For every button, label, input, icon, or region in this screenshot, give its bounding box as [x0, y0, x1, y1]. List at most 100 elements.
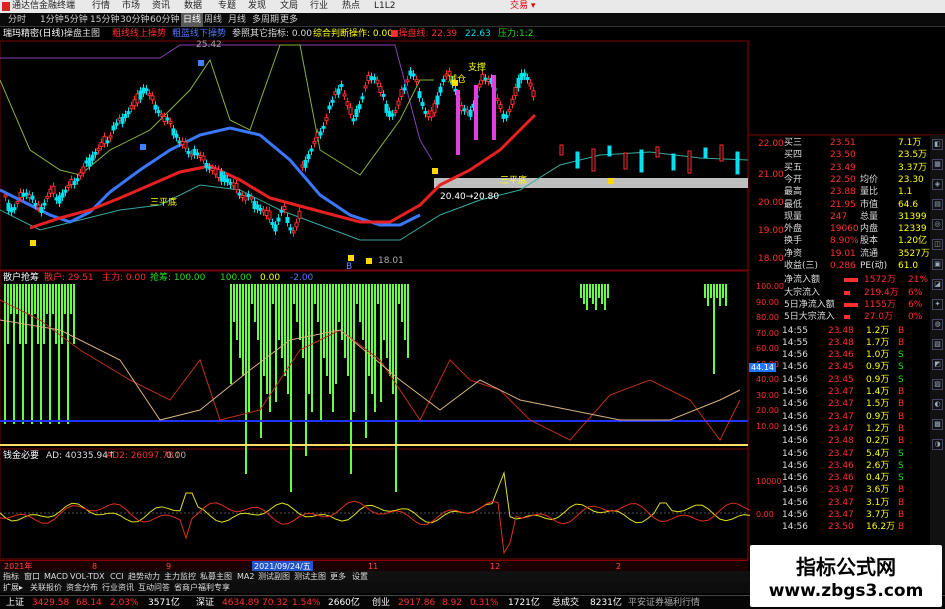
menu-articles[interactable]: 文局: [280, 0, 298, 13]
tick-row[interactable]: 14:56 23.45 0.9万 S: [748, 361, 930, 373]
tick-row[interactable]: 14:56 23.46 0.4万 S: [748, 472, 930, 484]
indicator2-bar: [248, 284, 250, 412]
tab-macd[interactable]: MACD: [44, 571, 68, 582]
candle-body: [114, 122, 119, 126]
tick-row[interactable]: 14:55 23.48 1.2万 B: [748, 325, 930, 337]
side-tool-icon[interactable]: ◧: [932, 139, 943, 150]
sz-index-name[interactable]: 深证: [196, 596, 214, 609]
side-tool-icon[interactable]: ◩: [932, 359, 943, 370]
quote-row[interactable]: 买四 23.50 23.5万: [748, 149, 930, 161]
tab-welfare[interactable]: 省商户福利专享: [174, 582, 230, 593]
tab-qa[interactable]: 互动问答: [138, 582, 170, 593]
menu-discover[interactable]: 发现: [248, 0, 266, 13]
side-tool-icon[interactable]: ▦: [932, 159, 943, 170]
tick-row[interactable]: 14:56 23.47 3.7万 B: [748, 509, 930, 521]
menu-industry[interactable]: 行业: [310, 0, 328, 13]
cy-index-name[interactable]: 创业: [372, 596, 390, 609]
quote-row[interactable]: 今开 22.50 均价 23.30: [748, 174, 930, 186]
tick-row[interactable]: 14:56 23.46 1.0万 S: [748, 349, 930, 361]
tab-test-main[interactable]: 测试主图: [294, 571, 326, 582]
side-tool-icon[interactable]: ▩: [932, 419, 943, 430]
tick-row[interactable]: 14:56 23.47 1.5万 B: [748, 398, 930, 410]
trade-button[interactable]: 交易 ▾: [510, 0, 535, 13]
flow-row[interactable]: 5日净流入额 1155万 6%: [748, 299, 930, 311]
quote-row[interactable]: 最低 21.95 市值 64.6: [748, 199, 930, 211]
tab-trend-power[interactable]: 趋势动力: [128, 571, 160, 582]
side-tool-icon[interactable]: ◐: [932, 399, 943, 410]
quote-label: 收益(三): [784, 261, 819, 271]
flow-row[interactable]: 5日大宗流入 27.0万 0%: [748, 311, 930, 323]
period-5min[interactable]: 5分钟: [64, 13, 88, 27]
menu-l1l2[interactable]: L1L2: [374, 0, 395, 13]
flow-row[interactable]: 大宗流入 219.4万 6%: [748, 287, 930, 299]
side-tool-icon[interactable]: ◑: [932, 439, 943, 450]
tick-row[interactable]: 14:55 23.48 1.7万 B: [748, 337, 930, 349]
side-tool-icon[interactable]: ◪: [932, 279, 943, 290]
tab-test-sub[interactable]: 测试副图: [258, 571, 290, 582]
tab-vol-tdx[interactable]: VOL-TDX: [70, 571, 105, 582]
quote-row[interactable]: 换手 8.90% 股本 1.20亿: [748, 235, 930, 247]
side-tool-icon[interactable]: ▧: [932, 339, 943, 350]
quote-row[interactable]: 买三 23.51 7.1万: [748, 137, 930, 149]
quote-row[interactable]: 最高 23.88 量比 1.1: [748, 186, 930, 198]
tab-private-main[interactable]: 私募主图: [200, 571, 232, 582]
tab-main-monitor[interactable]: 主力监控: [164, 571, 196, 582]
quote-row[interactable]: 买五 23.49 3.37万: [748, 162, 930, 174]
tick-row[interactable]: 14:56 23.47 3.1万 B: [748, 497, 930, 509]
menu-market[interactable]: 市场: [122, 0, 140, 13]
indicator2-bar: [236, 284, 238, 340]
tick-row[interactable]: 14:56 23.47 1.4万 B: [748, 386, 930, 398]
tick-row[interactable]: 14:56 23.50 16.2万 B: [748, 521, 930, 533]
period-multi[interactable]: 多周期: [252, 13, 279, 27]
side-tool-icon[interactable]: ▨: [932, 379, 943, 390]
tick-row[interactable]: 14:56 23.47 0.9万 B: [748, 411, 930, 423]
menu-quote[interactable]: 行情: [92, 0, 110, 13]
side-tool-icon[interactable]: ▤: [932, 199, 943, 210]
tab-related-quote[interactable]: 关联报价: [30, 582, 62, 593]
side-tool-icon[interactable]: ▣: [932, 259, 943, 270]
quote-row[interactable]: 外盘 19060 内盘 12339: [748, 223, 930, 235]
indicator2-bar: [377, 284, 379, 304]
tick-row[interactable]: 14:56 23.47 5.4万 S: [748, 448, 930, 460]
tab-extend[interactable]: 扩展▸: [3, 582, 23, 593]
tick-row[interactable]: 14:56 23.47 1.2万 B: [748, 423, 930, 435]
period-60min[interactable]: 60分钟: [150, 13, 179, 27]
tick-row[interactable]: 14:56 23.46 2.6万 S: [748, 460, 930, 472]
period-30min[interactable]: 30分钟: [120, 13, 149, 27]
period-weekly[interactable]: 周线: [204, 13, 222, 27]
tick-row[interactable]: 14:56 23.45 0.9万 S: [748, 374, 930, 386]
tick-row[interactable]: 14:56 23.47 3.6万 B: [748, 484, 930, 496]
menu-topics[interactable]: 专题: [218, 0, 236, 13]
period-monthly[interactable]: 月线: [228, 13, 246, 27]
tick-time: 14:56: [782, 350, 808, 361]
tab-fund-distribution[interactable]: 资金分布: [66, 582, 98, 593]
side-tool-icon[interactable]: ◎: [932, 219, 943, 230]
tab-industry-news[interactable]: 行业资讯: [102, 582, 134, 593]
tab-settings[interactable]: 设置: [352, 571, 368, 582]
period-1min[interactable]: 1分钟: [40, 13, 64, 27]
sh-index-name[interactable]: 上证: [6, 596, 24, 609]
side-tool-icon[interactable]: ◫: [932, 239, 943, 250]
tick-row[interactable]: 14:56 23.48 0.2万 B: [748, 435, 930, 447]
tab-more[interactable]: 更多: [330, 571, 346, 582]
side-tool-icon[interactable]: ◍: [932, 319, 943, 330]
period-more[interactable]: 更多: [280, 13, 298, 27]
menu-data[interactable]: 数据: [184, 0, 202, 13]
side-tool-icon[interactable]: ✦: [932, 299, 943, 310]
period-15min[interactable]: 15分钟: [90, 13, 119, 27]
quote-row[interactable]: 收益(三) 0.286 PE(动) 61.0: [748, 260, 930, 272]
quote-row[interactable]: 净资 19.01 流通 3527万: [748, 248, 930, 260]
quote-row[interactable]: 现量 247 总量 31399: [748, 211, 930, 223]
candle-body: [282, 206, 287, 211]
tab-window[interactable]: 窗口: [24, 571, 40, 582]
tab-cci[interactable]: CCI: [110, 571, 124, 582]
period-daily[interactable]: 日线: [181, 13, 204, 27]
flow-row[interactable]: 净流入额 1572万 21%: [748, 274, 930, 286]
tab-ma2[interactable]: MA2: [237, 571, 254, 582]
menu-hot[interactable]: 热点: [342, 0, 360, 13]
period-intraday[interactable]: 分时: [8, 13, 26, 27]
menu-news[interactable]: 资讯: [152, 0, 170, 13]
tab-indicator[interactable]: 指标: [3, 571, 19, 582]
quote-label: 市值: [860, 199, 879, 210]
side-tool-icon[interactable]: ◈: [932, 179, 943, 190]
